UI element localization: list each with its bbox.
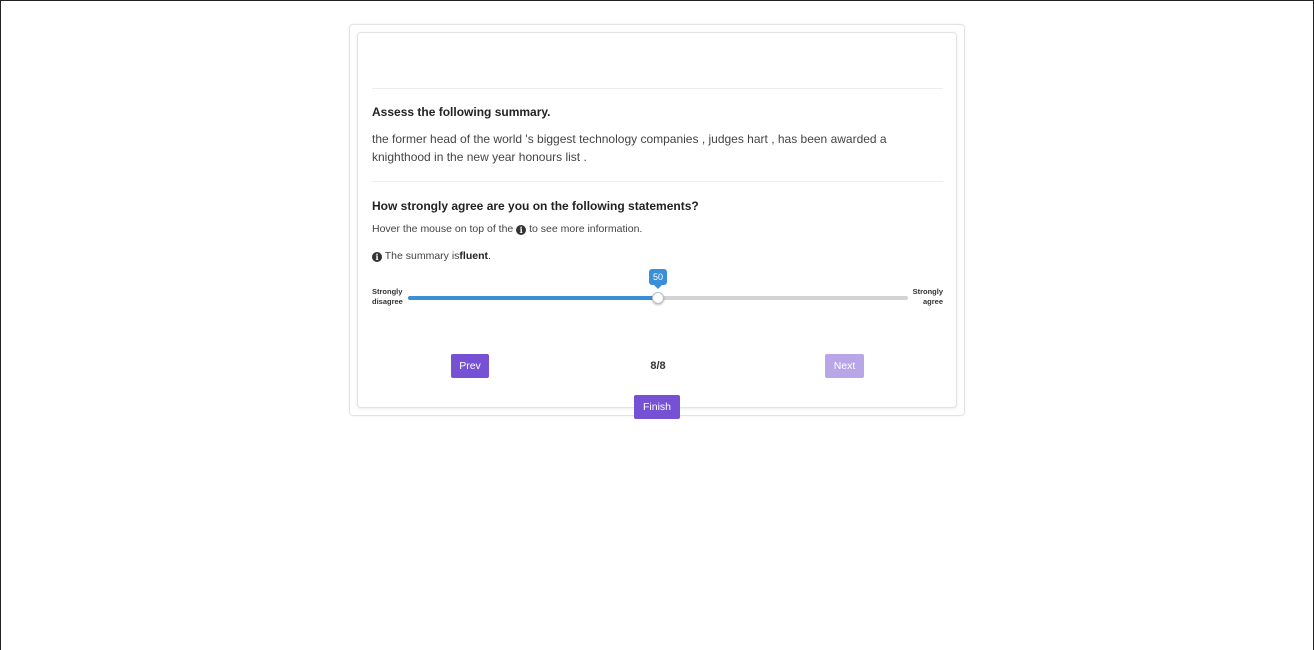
slider-handle[interactable] — [652, 292, 664, 304]
agreement-slider[interactable]: 50 — [408, 269, 908, 304]
prev-button[interactable]: Prev — [451, 354, 489, 378]
statement-suffix: . — [488, 250, 491, 262]
statement-keyword: fluent — [459, 250, 488, 262]
survey-card: Assess the following summary. the former… — [357, 32, 957, 419]
assess-heading: Assess the following summary. — [372, 105, 551, 119]
header-divider — [372, 88, 943, 89]
section-divider — [372, 181, 943, 182]
slider-min-label-text: Strongly disagree — [372, 287, 403, 306]
slider-fill — [408, 296, 658, 300]
slider-value-tooltip: 50 — [649, 269, 667, 289]
statement-prefix: The summary is — [384, 250, 460, 262]
hint-text-before: Hover the mouse on top of the — [372, 223, 514, 235]
next-button[interactable]: Next — [825, 354, 864, 378]
hint-text-after: to see more information. — [529, 223, 643, 235]
slider-min-label: Strongly disagree — [372, 287, 403, 307]
questions-heading: How strongly agree are you on the follow… — [372, 199, 699, 213]
summary-text: the former head of the world 's biggest … — [372, 132, 887, 164]
info-circle-icon: i — [516, 225, 527, 235]
hover-hint: Hover the mouse on top of the i to see m… — [372, 223, 642, 235]
slider-max-label-text: Strongly agree — [912, 287, 943, 306]
survey-container: Assess the following summary. the former… — [349, 24, 965, 419]
statement-fluent: i The summary isfluent. — [372, 250, 491, 262]
info-circle-icon[interactable]: i — [372, 252, 382, 262]
page-indicator: 8/8 — [650, 360, 666, 372]
slider-max-label: Strongly agree — [906, 287, 943, 307]
finish-button[interactable]: Finish — [634, 395, 680, 419]
